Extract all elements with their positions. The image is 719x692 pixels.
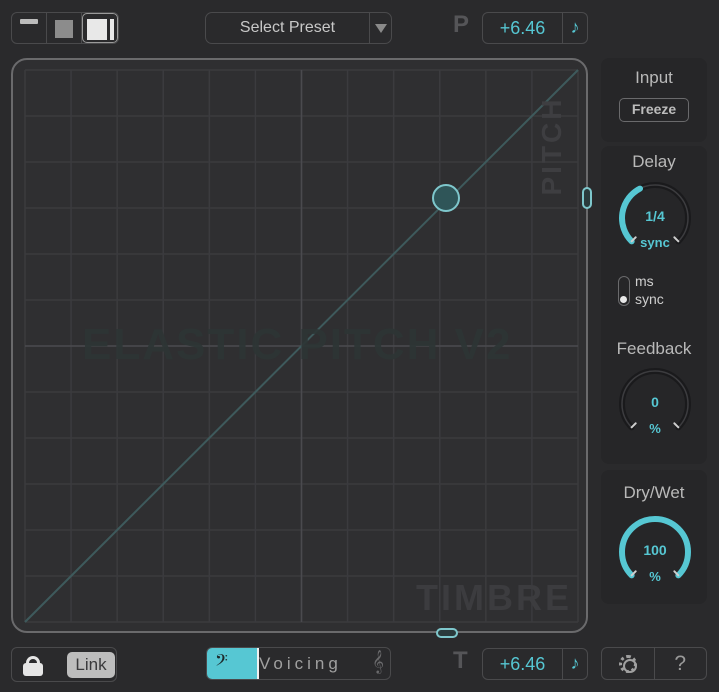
delay-feedback-section: Delay 1/4 sync ms sync Feedback 0 % [601, 146, 707, 464]
treble-clef-icon: 𝄞 [372, 651, 384, 673]
delay-mode-ms-label: ms [635, 273, 654, 289]
link-group: Link [11, 647, 117, 682]
input-title: Input [635, 68, 673, 87]
pitch-value-field[interactable]: +6.46 [483, 13, 563, 43]
timbre-axis-label: TIMBRE [416, 577, 572, 618]
timbre-letter: T [453, 647, 468, 674]
dry-wet-unit: % [649, 569, 661, 584]
timbre-note-icon[interactable]: ♪ [563, 649, 587, 679]
voicing-label: Voicing [259, 654, 342, 673]
feedback-value: 0 [651, 394, 659, 410]
chevron-down-icon [374, 23, 387, 33]
feedback-knob[interactable]: 0 % [615, 366, 695, 446]
input-section: Input Freeze [601, 58, 707, 142]
lock-icon[interactable] [23, 656, 43, 676]
feedback-unit: % [649, 421, 661, 436]
dry-wet-value: 100 [643, 542, 667, 558]
view-mode-group [11, 12, 119, 44]
view-square-icon [55, 20, 73, 38]
dry-wet-title: Dry/Wet [623, 483, 685, 502]
help-button[interactable]: ? [655, 648, 707, 679]
preset-arrow-button[interactable] [369, 13, 391, 43]
pitch-letter: P [453, 11, 470, 38]
toggle-dot [620, 296, 627, 303]
pitch-timbre-point[interactable] [432, 184, 460, 212]
delay-mode-toggle[interactable] [618, 276, 630, 306]
delay-value: 1/4 [645, 208, 665, 224]
pitch-handle[interactable] [582, 187, 592, 209]
pitch-value-box: +6.46 ♪ [482, 12, 588, 44]
timbre-value-box: +6.46 ♪ [482, 648, 588, 680]
bass-clef-icon: 𝄢 [215, 652, 228, 674]
preset-dropdown[interactable]: Select Preset [205, 12, 392, 44]
utility-group: ? [601, 647, 707, 680]
pitch-axis-text: PITCH [536, 96, 567, 196]
pitch-axis-label: PITCH [532, 90, 572, 200]
view-wide-icon-bar [110, 19, 114, 40]
view-mode-full-button[interactable] [82, 13, 118, 43]
dry-wet-knob[interactable]: 100 % [615, 514, 695, 594]
preset-label: Select Preset [239, 19, 336, 36]
settings-button[interactable] [602, 648, 655, 679]
voicing-slider[interactable]: 𝄢 Voicing 𝄞 [206, 647, 391, 680]
view-line-icon [20, 19, 38, 24]
delay-knob[interactable]: 1/4 sync [615, 180, 695, 260]
timbre-handle[interactable] [436, 628, 458, 638]
timbre-value-field[interactable]: +6.46 [483, 649, 563, 679]
delay-title: Delay [632, 152, 676, 171]
dry-wet-section: Dry/Wet 100 % [601, 470, 707, 604]
delay-mode-sync-label: sync [635, 291, 664, 307]
lock-body [23, 663, 43, 676]
feedback-title: Feedback [616, 339, 692, 358]
watermark-logo: ELASTIC PITCH V2 [82, 320, 513, 369]
view-mode-minimal-button[interactable] [12, 13, 47, 43]
delay-unit: sync [640, 235, 670, 250]
freeze-button[interactable]: Freeze [619, 98, 689, 122]
link-button[interactable]: Link [67, 652, 115, 678]
pitch-note-icon[interactable]: ♪ [563, 13, 587, 43]
gear-icon [618, 654, 637, 673]
view-mode-compact-button[interactable] [47, 13, 82, 43]
view-wide-icon [87, 19, 107, 40]
